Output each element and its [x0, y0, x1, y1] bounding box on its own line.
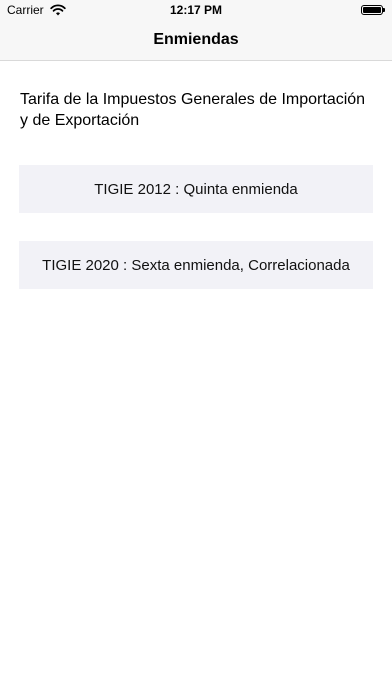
button-label: TIGIE 2020 : Sexta enmienda, Correlacion…	[42, 256, 350, 274]
status-time: 12:17 PM	[169, 3, 223, 17]
tigie-2012-button[interactable]: TIGIE 2012 : Quinta enmienda	[19, 165, 373, 213]
status-bar: Carrier 12:17 PM	[0, 0, 392, 20]
page-title: Enmiendas	[153, 31, 239, 48]
navigation-bar: Enmiendas	[0, 20, 392, 61]
intro-text: Tarifa de la Impuestos Generales de Impo…	[20, 91, 366, 129]
tigie-2020-button[interactable]: TIGIE 2020 : Sexta enmienda, Correlacion…	[19, 241, 373, 289]
battery-icon	[361, 5, 385, 15]
button-label: TIGIE 2012 : Quinta enmienda	[94, 180, 298, 198]
